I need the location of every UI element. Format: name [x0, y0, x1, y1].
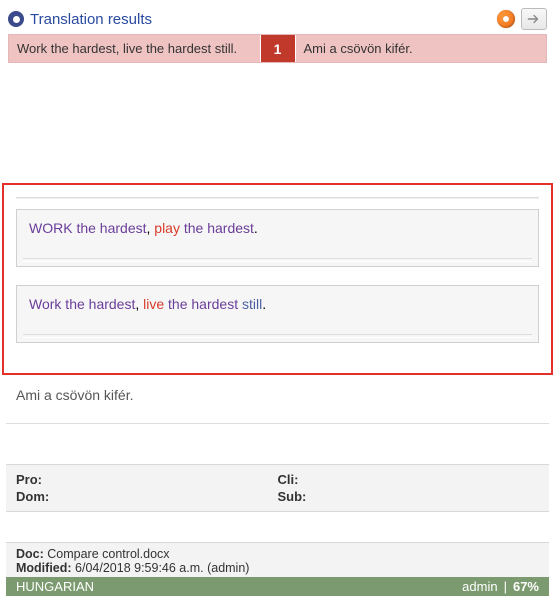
meta-col-right: Cli: Sub:	[278, 471, 540, 505]
status-language: HUNGARIAN	[16, 579, 94, 594]
header-bar: Translation results	[8, 6, 547, 34]
meta-dom: Dom:	[16, 488, 278, 505]
status-right: admin | 67%	[462, 579, 539, 594]
metadata-panel: Pro: Dom: Cli: Sub:	[6, 464, 549, 512]
diff-line: Work the hardest, live the hardest still…	[16, 285, 539, 343]
divider	[16, 197, 539, 199]
meta-pro: Pro:	[16, 471, 278, 488]
status-bar: HUNGARIAN admin | 67%	[6, 577, 549, 596]
document-info: Doc: Compare control.docx Modified: 6/04…	[6, 542, 549, 577]
doc-name-row: Doc: Compare control.docx	[16, 547, 539, 561]
result-row[interactable]: Work the hardest, live the hardest still…	[8, 34, 547, 63]
translation-text: Ami a csövön kifér.	[6, 381, 549, 424]
eye-icon	[8, 11, 24, 27]
source-cell: Work the hardest, live the hardest still…	[9, 35, 261, 62]
doc-modified-row: Modified: 6/04/2018 9:59:46 a.m. (admin)	[16, 561, 539, 575]
meta-sub: Sub:	[278, 488, 540, 505]
header-actions	[497, 8, 547, 30]
next-button[interactable]	[521, 8, 547, 30]
header-left: Translation results	[8, 11, 152, 28]
arrow-right-icon	[527, 13, 541, 25]
target-cell: Ami a csövön kifér.	[295, 35, 547, 62]
status-percent: 67%	[513, 579, 539, 594]
meta-cli: Cli:	[278, 471, 540, 488]
diff-line: WORK the hardest, play the hardest.	[16, 209, 539, 267]
match-index: 1	[261, 35, 295, 62]
record-button[interactable]	[497, 10, 515, 28]
status-sep: |	[504, 579, 507, 594]
meta-col-left: Pro: Dom:	[16, 471, 278, 505]
status-user: admin	[462, 579, 497, 594]
page-title: Translation results	[30, 11, 152, 28]
diff-frame: WORK the hardest, play the hardest. Work…	[2, 183, 553, 375]
